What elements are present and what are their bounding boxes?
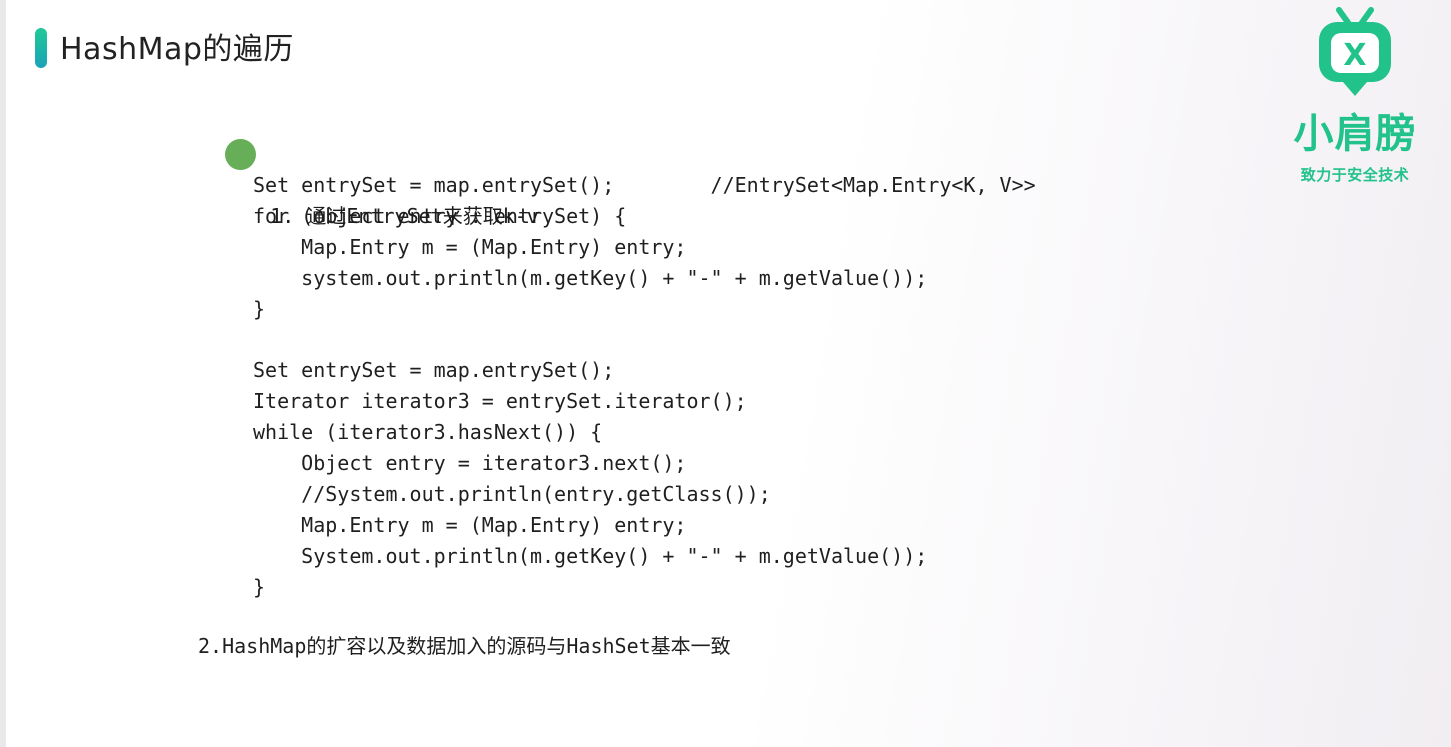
code-line: Map.Entry m = (Map.Entry) entry; — [253, 234, 687, 259]
code-line: System.out.println(m.getKey() + "-" + m.… — [253, 543, 928, 568]
slide-title: HashMap的遍历 — [60, 32, 294, 67]
slide: HashMap的遍历 X 小肩膀 致力于安全技术 1. 通过EntrySet来获… — [0, 0, 1451, 747]
item-1-heading: 1. 通过EntrySet来获取k-v — [198, 139, 1198, 228]
pointer-highlight — [225, 139, 256, 170]
left-edge — [0, 0, 6, 747]
content-body: 1. 通过EntrySet来获取k-v Set entrySet = map.e… — [198, 139, 1198, 602]
code-line: Set entrySet = map.entrySet(); — [253, 358, 615, 383]
code-line: Set entrySet = map.entrySet(); //EntrySe… — [253, 173, 1036, 197]
code-line: while (iterator3.hasNext()) { — [253, 420, 603, 445]
code-line: Object entry = iterator3.next(); — [253, 451, 687, 476]
logo-slogan: 致力于安全技术 — [1300, 166, 1410, 184]
code-line: Map.Entry m = (Map.Entry) entry; — [253, 512, 687, 537]
svg-text:X: X — [1343, 38, 1366, 73]
title-accent-bar — [35, 28, 47, 68]
logo-name: 小肩膀 — [1293, 111, 1417, 157]
code-line: //System.out.println(entry.getClass()); — [253, 481, 771, 506]
code-line: } — [253, 296, 266, 321]
code-line: Iterator iterator3 = entrySet.iterator()… — [253, 389, 747, 414]
tv-x-icon: X — [1319, 7, 1391, 96]
item-1-number: 1. — [270, 204, 295, 228]
item-2-text: 2.HashMap的扩容以及数据加入的源码与HashSet基本一致 — [198, 634, 731, 658]
code-line: system.out.println(m.getKey() + "-" + m.… — [253, 265, 928, 290]
code-line: } — [253, 574, 266, 599]
code-block: Set entrySet = map.entrySet(); //EntrySe… — [198, 170, 1198, 602]
item-1-text: 通过EntrySet来获取k-v — [306, 204, 539, 228]
brand-logo: X 小肩膀 致力于安全技术 — [1275, 6, 1435, 191]
